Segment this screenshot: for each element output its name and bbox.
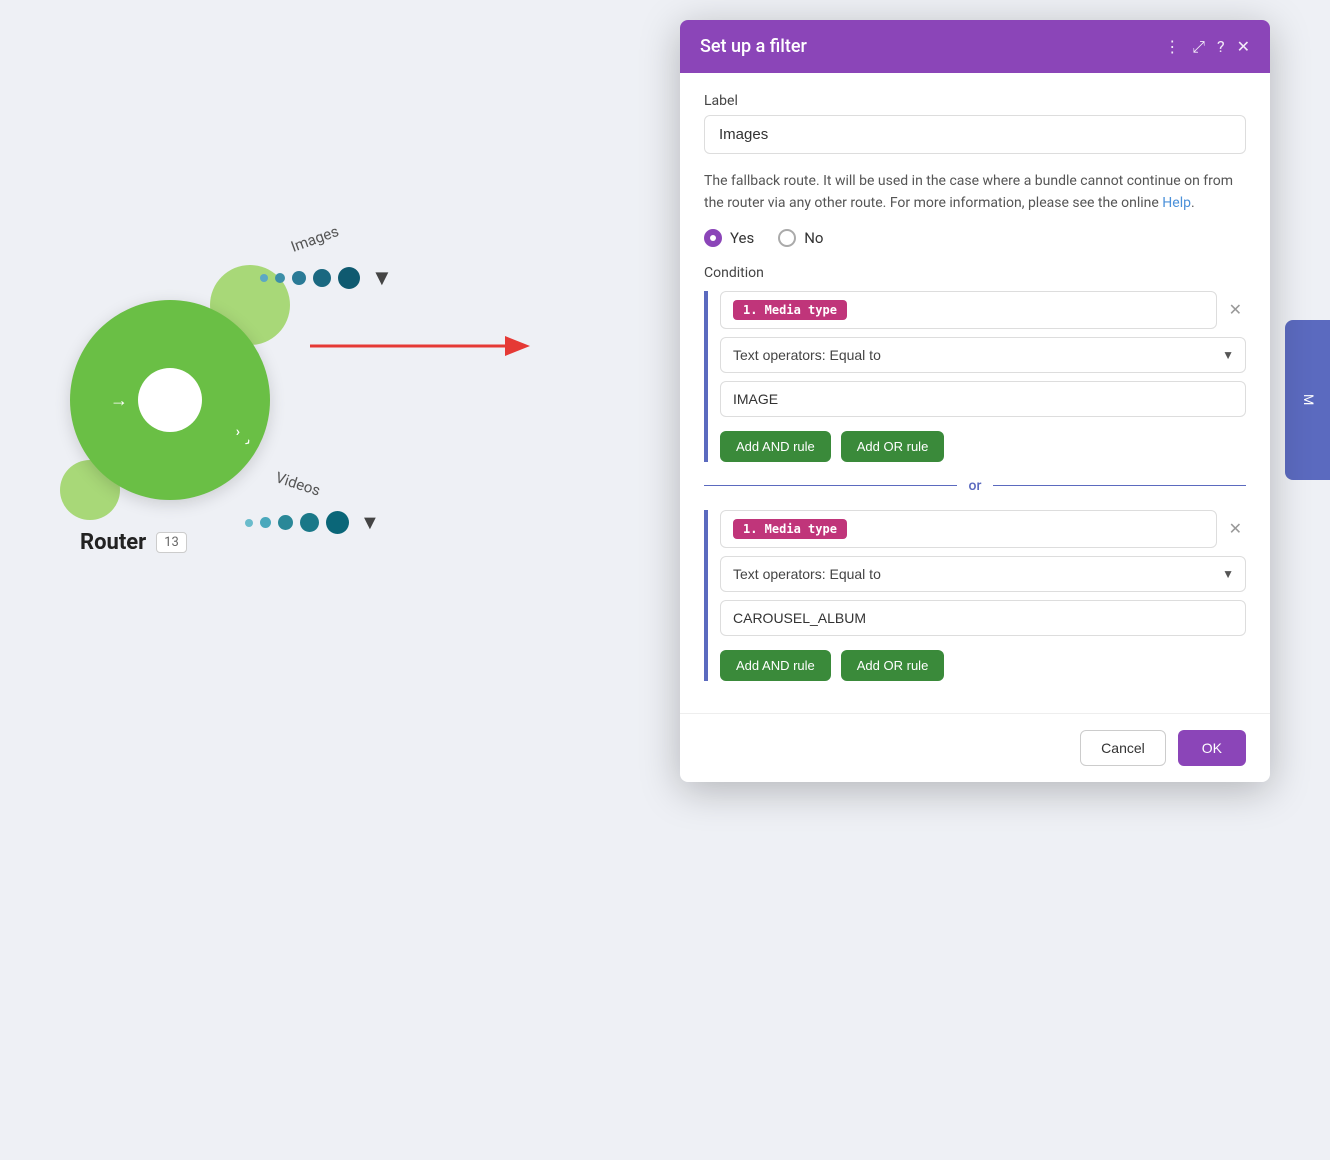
modal-body: Label The fallback route. It will be use… (680, 73, 1270, 713)
add-and-rule-button-2[interactable]: Add AND rule (720, 650, 831, 681)
modal-footer: Cancel OK (680, 713, 1270, 782)
rule-buttons-1: Add AND rule Add OR rule (720, 431, 1246, 462)
cancel-button[interactable]: Cancel (1080, 730, 1166, 766)
rule-buttons-2: Add AND rule Add OR rule (720, 650, 1246, 681)
no-radio-circle (778, 229, 796, 247)
or-line-right (993, 485, 1246, 486)
or-text: or (969, 478, 982, 494)
condition-close-1[interactable]: ✕ (1225, 296, 1246, 323)
condition-row-2-tag: 1. Media type ✕ (720, 510, 1246, 548)
no-radio-option[interactable]: No (778, 229, 823, 247)
or-separator: or (704, 478, 1246, 494)
condition-tag-field-1[interactable]: 1. Media type (720, 291, 1217, 329)
condition-value-input-2[interactable] (720, 600, 1246, 636)
modal-header: Set up a filter ⋮ ⤢ ? ✕ (680, 20, 1270, 73)
condition-operator-select-2[interactable]: Text operators: Equal to Text operators:… (720, 556, 1246, 592)
media-type-tag-2: 1. Media type (733, 519, 847, 539)
condition-row-1-tag: 1. Media type ✕ (720, 291, 1246, 329)
label-field-label: Label (704, 93, 1246, 109)
description-text: The fallback route. It will be used in t… (704, 170, 1246, 215)
yes-radio-label: Yes (730, 229, 754, 247)
add-or-rule-button-1[interactable]: Add OR rule (841, 431, 945, 462)
modal-header-icons: ⋮ ⤢ ? ✕ (1164, 37, 1250, 57)
help-icon[interactable]: ? (1217, 37, 1225, 56)
close-icon[interactable]: ✕ (1237, 37, 1250, 56)
fallback-radio-group: Yes No (704, 229, 1246, 247)
condition-select-wrapper-1: Text operators: Equal to Text operators:… (720, 337, 1246, 373)
media-type-tag-1: 1. Media type (733, 300, 847, 320)
condition-tag-field-2[interactable]: 1. Media type (720, 510, 1217, 548)
or-line-left (704, 485, 957, 486)
add-and-rule-button-1[interactable]: Add AND rule (720, 431, 831, 462)
condition-operator-select-1[interactable]: Text operators: Equal to Text operators:… (720, 337, 1246, 373)
more-options-icon[interactable]: ⋮ (1164, 37, 1180, 56)
condition-value-input-1[interactable] (720, 381, 1246, 417)
help-link[interactable]: Help (1162, 195, 1191, 211)
modal-overlay: Set up a filter ⋮ ⤢ ? ✕ Label The fallba… (0, 0, 1330, 1160)
yes-radio-circle (704, 229, 722, 247)
condition-close-2[interactable]: ✕ (1225, 515, 1246, 542)
modal-title: Set up a filter (700, 36, 807, 57)
condition-block-1: 1. Media type ✕ Text operators: Equal to… (704, 291, 1246, 462)
no-radio-label: No (804, 229, 823, 247)
condition-select-wrapper-2: Text operators: Equal to Text operators:… (720, 556, 1246, 592)
expand-icon[interactable]: ⤢ (1192, 37, 1205, 57)
ok-button[interactable]: OK (1178, 730, 1246, 766)
label-field-group: Label (704, 93, 1246, 154)
yes-radio-option[interactable]: Yes (704, 229, 754, 247)
label-input[interactable] (704, 115, 1246, 154)
condition-block-2: 1. Media type ✕ Text operators: Equal to… (704, 510, 1246, 681)
add-or-rule-button-2[interactable]: Add OR rule (841, 650, 945, 681)
condition-section-label: Condition (704, 265, 1246, 281)
filter-modal: Set up a filter ⋮ ⤢ ? ✕ Label The fallba… (680, 20, 1270, 782)
